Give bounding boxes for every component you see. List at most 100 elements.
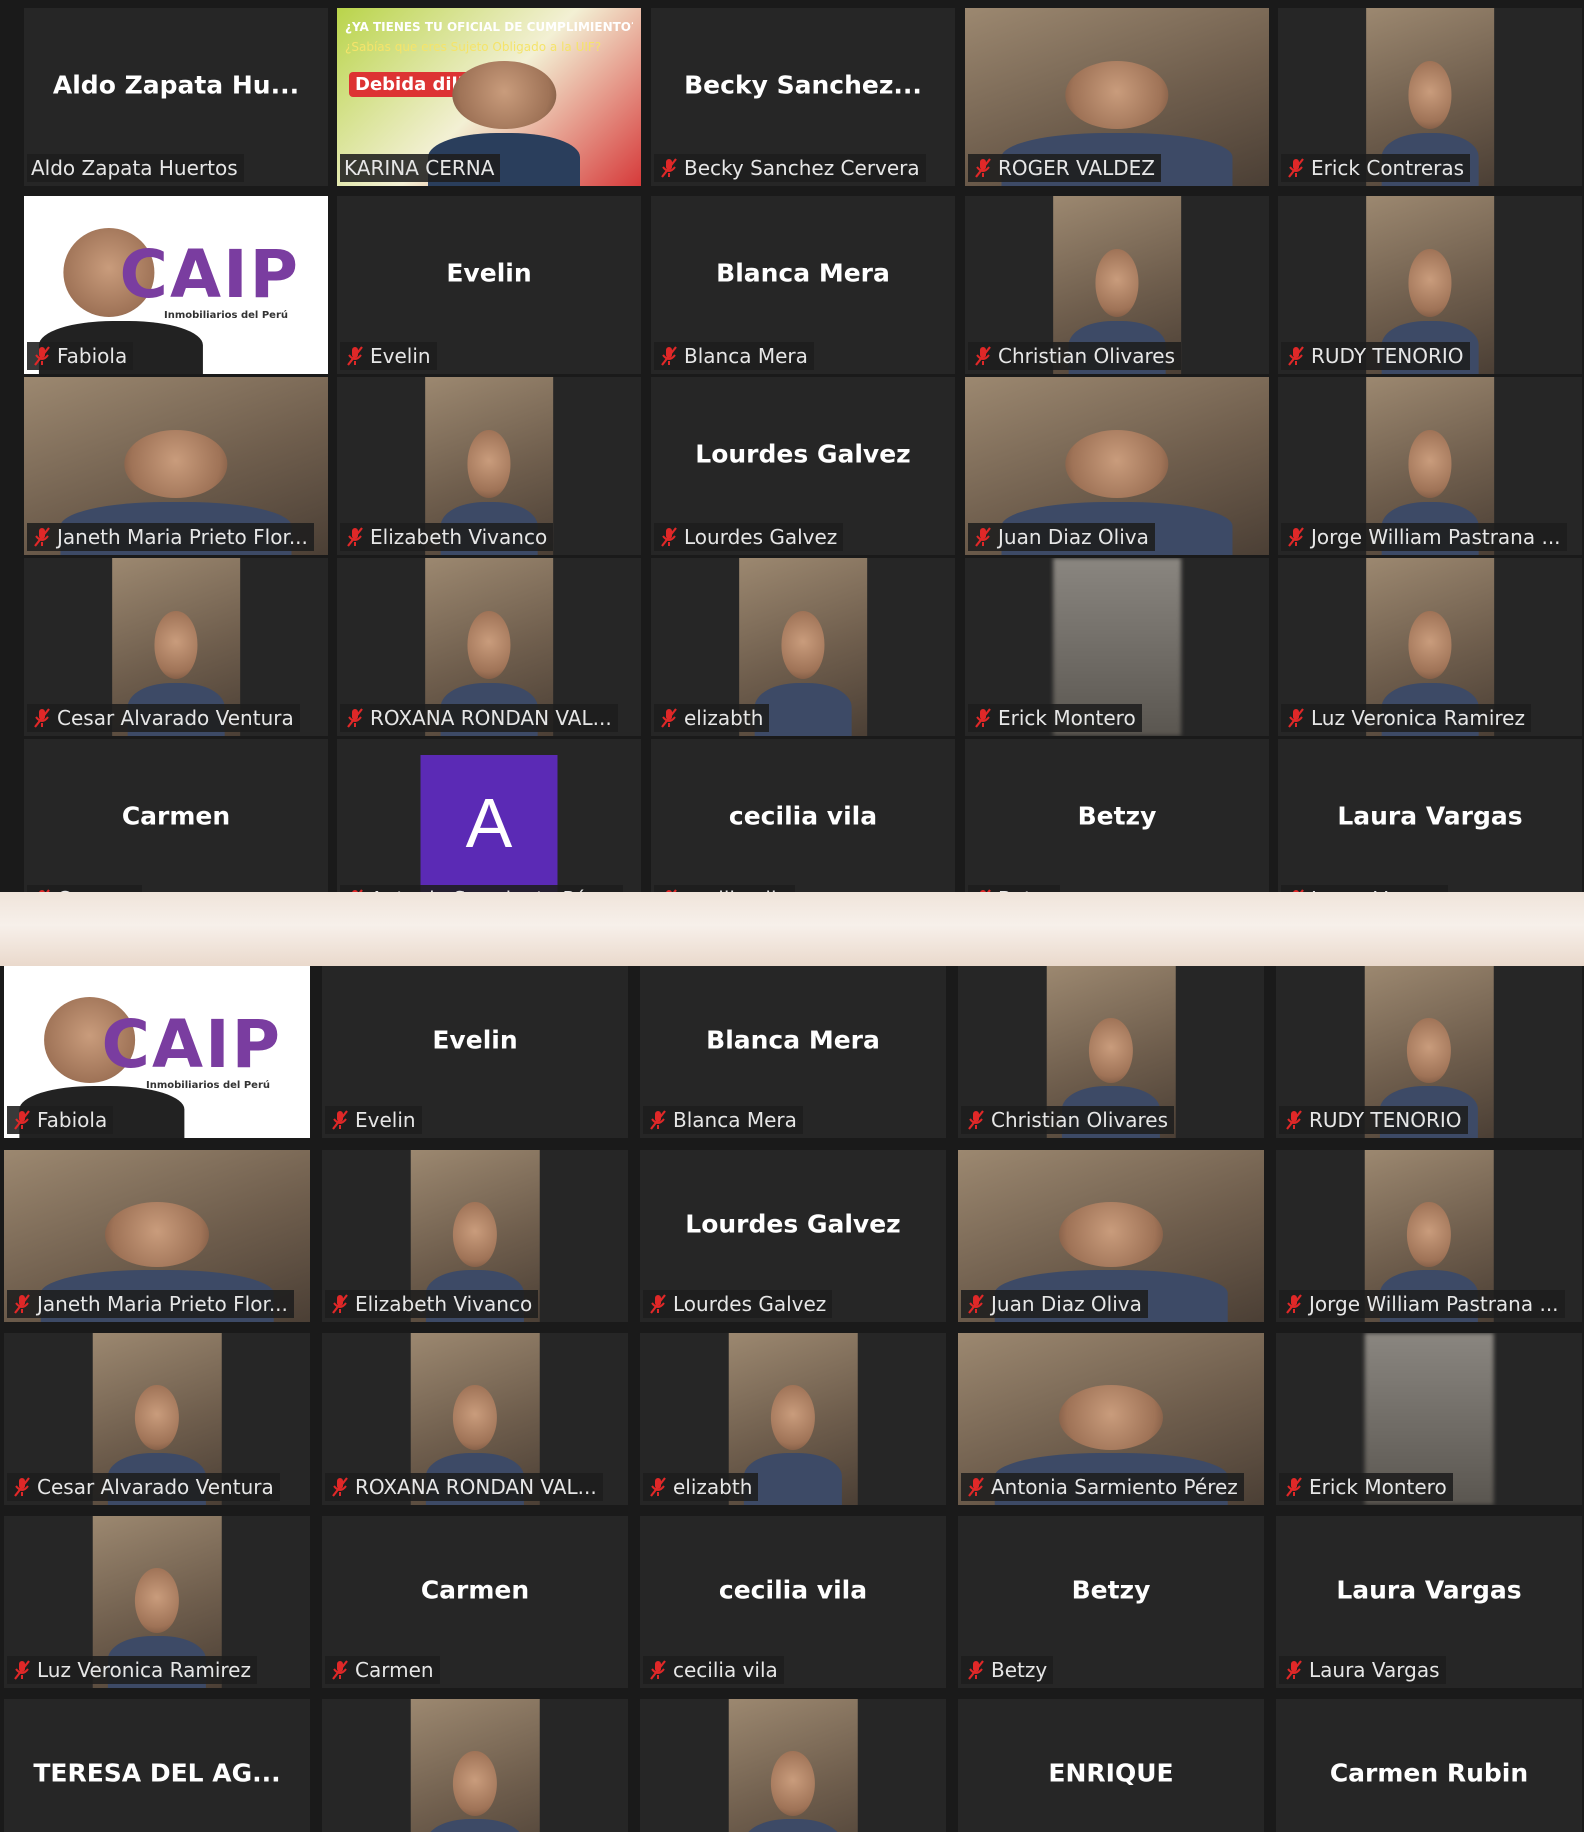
participant-name-text: Blanca Mera — [684, 344, 808, 368]
participant-display-name: Aldo Zapata Hu... — [52, 70, 300, 100]
participant-tile[interactable]: Evelin Evelin — [322, 966, 628, 1138]
participant-tile[interactable]: Elizabeth Vivanco — [322, 1150, 628, 1322]
participant-tile[interactable]: Erick Montero — [965, 558, 1269, 736]
participant-tile[interactable]: Carmen Carmen — [24, 739, 328, 892]
participant-tile[interactable]: Juan Diaz Oliva — [965, 377, 1269, 555]
mic-muted-icon — [31, 704, 53, 732]
participant-tile[interactable]: Luz Veronica Ramirez — [1278, 558, 1582, 736]
mic-muted-icon — [329, 1473, 351, 1501]
participant-tile[interactable]: AAntonia Sarmiento Pérez — [337, 739, 641, 892]
participant-tile[interactable]: CAIP Inmobiliarios del Perú Fabiola — [4, 966, 310, 1138]
participant-tile[interactable]: Carmen Carmen — [322, 1516, 628, 1688]
participant-name-label: Jorge William Pastrana ... — [1279, 1290, 1565, 1318]
mic-muted-icon — [647, 1106, 669, 1134]
participant-name-text: Lourdes Galvez — [673, 1292, 827, 1316]
participant-tile[interactable]: Cesar Alvarado Ventura — [24, 558, 328, 736]
person-silhouette — [154, 611, 198, 680]
participant-tile[interactable]: Erick Contreras — [1278, 8, 1582, 186]
participant-tile[interactable]: Laura Vargas Laura Vargas — [1278, 739, 1582, 892]
participant-tile[interactable]: Blanca Mera Blanca Mera — [651, 196, 955, 374]
gallery-screen-top: Aldo Zapata Hu... Aldo Zapata Huertos ¿YA … — [0, 0, 1584, 892]
mic-muted-icon — [972, 154, 994, 182]
participant-name-label: cecilia vila — [643, 1656, 784, 1684]
participant-tile[interactable]: Juan Diaz Oliva — [958, 1150, 1264, 1322]
participant-tile[interactable]: Janeth Maria Prieto Flor... — [4, 1150, 310, 1322]
logo-subtitle: Inmobiliarios del Perú — [164, 310, 288, 321]
participant-tile[interactable]: Evelin Evelin — [337, 196, 641, 374]
participant-name-label: Elizabeth Vivanco — [325, 1290, 539, 1318]
participant-name-label: ROXANA RONDAN VAL... — [325, 1473, 603, 1501]
participant-tile[interactable]: Jorge William Pastrana ... — [1278, 377, 1582, 555]
participant-name-text: cecilia vila — [673, 1658, 778, 1682]
participant-name-text: RUDY TENORIO — [1309, 1108, 1462, 1132]
participant-tile[interactable]: Becky Sanchez... Becky Sanchez Cervera — [651, 8, 955, 186]
participant-name-label: Antonia Sarmiento Pérez — [961, 1473, 1244, 1501]
participant-tile[interactable]: Antonia Sarmiento Pérez — [958, 1333, 1264, 1505]
participant-name-text: ROXANA RONDAN VAL... — [370, 706, 612, 730]
person-silhouette — [467, 611, 511, 680]
participant-tile[interactable]: Janeth Maria Prieto Flor... — [24, 377, 328, 555]
mic-muted-icon — [344, 885, 366, 892]
participant-tile[interactable]: Betzy Betzy — [965, 739, 1269, 892]
participant-name-label: Betzy — [961, 1656, 1054, 1684]
participant-tile[interactable]: Christian Olivares — [958, 966, 1264, 1138]
participant-tile[interactable]: ROGER VALDEZ — [965, 8, 1269, 186]
mic-muted-icon — [11, 1290, 33, 1318]
mic-muted-icon — [965, 1106, 987, 1134]
participant-tile[interactable]: Elizabeth Vivanco — [337, 377, 641, 555]
participant-tile[interactable]: ¿YA TIENES TU OFICIAL DE CUMPLIMIENTO? ¿S… — [337, 8, 641, 186]
participant-tile[interactable]: Jorge William Pastrana ... — [1276, 1150, 1582, 1322]
mic-muted-icon — [329, 1106, 351, 1134]
poster-line: ¿YA TIENES TU OFICIAL DE CUMPLIMIENTO? — [345, 20, 633, 34]
participant-name-text: Luz Veronica Ramirez — [1311, 706, 1525, 730]
participant-name-label: Evelin — [325, 1106, 422, 1134]
mic-muted-icon — [658, 342, 680, 370]
participant-name-text: Jorge William Pastrana ... — [1311, 525, 1561, 549]
participant-tile[interactable]: Aldo Zapata Hu... Aldo Zapata Huertos — [24, 8, 328, 186]
participant-tile[interactable]: elizabth — [651, 558, 955, 736]
participant-display-name: Lourdes Galvez — [685, 1209, 901, 1239]
participant-tile[interactable]: RUDY TENORIO — [1278, 196, 1582, 374]
participant-name-text: elizabth — [673, 1475, 753, 1499]
participant-display-name: Carmen — [121, 801, 231, 831]
participant-tile[interactable]: Erick Montero — [1276, 1333, 1582, 1505]
mic-muted-icon — [647, 1290, 669, 1318]
participant-tile[interactable]: Lourdes Galvez Lourdes Galvez — [640, 1150, 946, 1322]
person-silhouette — [1408, 61, 1452, 130]
participant-tile[interactable]: Luz Veronica Ramirez — [4, 1516, 310, 1688]
participant-tile[interactable]: cecilia vila cecilia vila — [651, 739, 955, 892]
participant-name-label: Cesar Alvarado Ventura — [7, 1473, 280, 1501]
participant-tile[interactable]: Carmen Rubin — [1276, 1699, 1582, 1832]
participant-name-text: Juan Diaz Oliva — [998, 525, 1149, 549]
participant-name-text: Antonia Sarmiento Pérez — [991, 1475, 1238, 1499]
participant-tile[interactable]: ROXANA RONDAN VAL... — [337, 558, 641, 736]
participant-tile[interactable]: CAIP Inmobiliarios del Perú Fabiola — [24, 196, 328, 374]
participant-display-name: ENRIQUE — [1048, 1758, 1174, 1788]
participant-name-text: Carmen — [355, 1658, 434, 1682]
participant-tile[interactable]: Blanca Mera Blanca Mera — [640, 966, 946, 1138]
participant-tile[interactable]: TERESA DEL AG... — [4, 1699, 310, 1832]
participant-display-name: Evelin — [432, 1025, 518, 1055]
participant-name-text: Fabiola — [57, 344, 128, 368]
participant-tile[interactable]: Cesar Alvarado Ventura — [4, 1333, 310, 1505]
participant-tile[interactable]: Lourdes Galvez Lourdes Galvez — [651, 377, 955, 555]
participant-tile[interactable]: Laura Vargas Laura Vargas — [1276, 1516, 1582, 1688]
participant-name-text: elizabth — [684, 706, 764, 730]
gallery-screen-bottom: CAIP Inmobiliarios del Perú Fabiola Evelin E… — [0, 966, 1584, 1832]
mic-muted-icon — [344, 342, 366, 370]
participant-tile[interactable]: elizabth — [640, 1333, 946, 1505]
participant-display-name: Blanca Mera — [706, 1025, 880, 1055]
participant-name-text: ROXANA RONDAN VAL... — [355, 1475, 597, 1499]
participant-tile[interactable] — [322, 1699, 628, 1832]
mic-muted-icon — [1283, 1106, 1305, 1134]
participant-tile[interactable]: ROXANA RONDAN VAL... — [322, 1333, 628, 1505]
participant-tile[interactable]: cecilia vila cecilia vila — [640, 1516, 946, 1688]
participant-tile[interactable]: RUDY TENORIO — [1276, 966, 1582, 1138]
participant-name-label: Erick Contreras — [1281, 154, 1471, 182]
participant-tile[interactable] — [640, 1699, 946, 1832]
participant-tile[interactable]: Christian Olivares — [965, 196, 1269, 374]
participant-tile[interactable]: Betzy Betzy — [958, 1516, 1264, 1688]
participant-tile[interactable]: ENRIQUE — [958, 1699, 1264, 1832]
participant-display-name: Blanca Mera — [716, 258, 890, 288]
mic-muted-icon — [1285, 523, 1307, 551]
